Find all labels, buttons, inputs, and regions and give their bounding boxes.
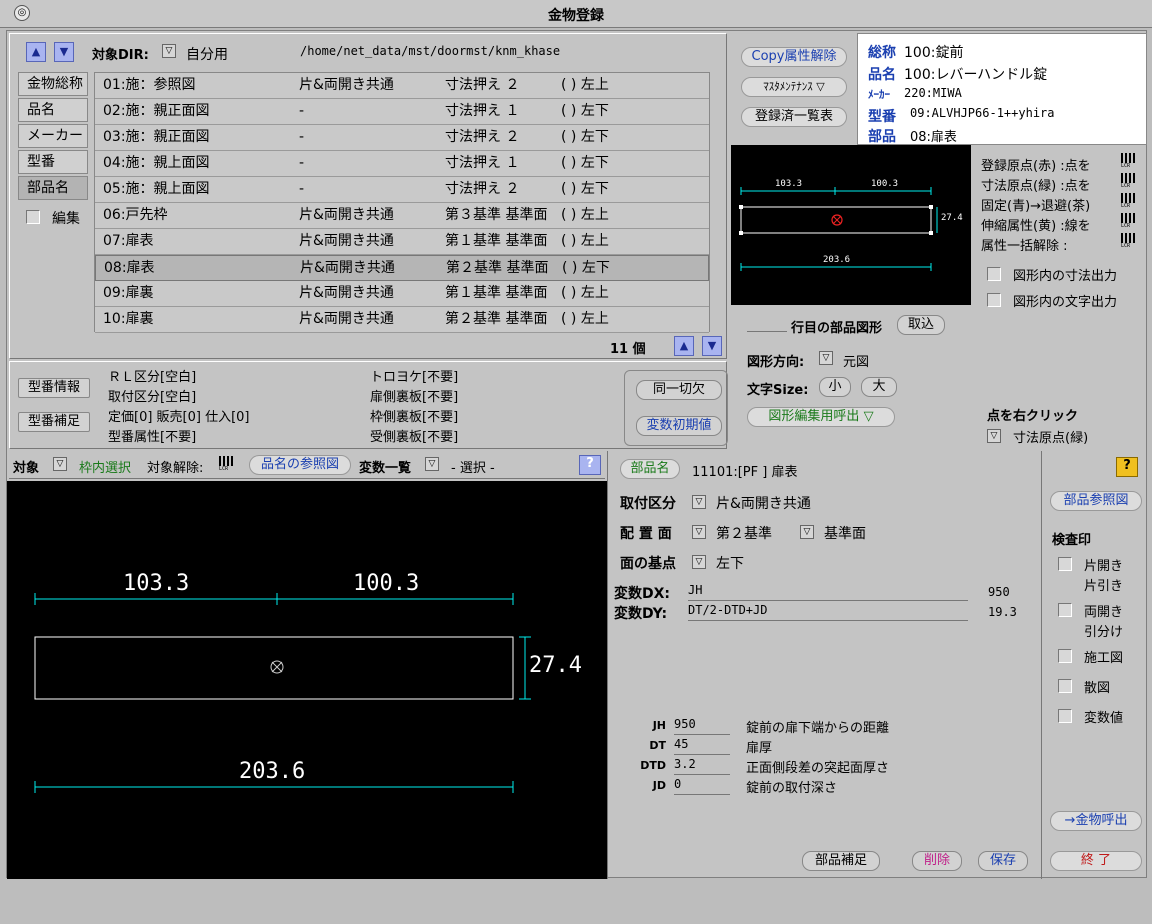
item-count: 11 個 [610,342,646,357]
right-click-label: 点を右クリック [987,409,1079,424]
lcr-icon[interactable]: LCR [1121,153,1135,171]
construction-checkbox[interactable] [1058,649,1072,663]
row-number-field[interactable] [747,331,787,332]
shape-panel: 行目の部品図形 取込 図形方向: ▽ 元図 文字Size: 小 大 図形編集用呼… [731,305,971,451]
side-btn-maker[interactable]: メーカー [18,124,88,148]
model-info-button[interactable]: 型番情報 [18,378,90,398]
take-in-button[interactable]: 取込 [897,315,945,335]
model-supplement-button[interactable]: 型番補足 [18,412,90,432]
var-value-checkbox[interactable] [1058,709,1072,723]
list-row[interactable]: 02:施：親正面図 - 寸法押え １( ) 左下 [95,99,709,125]
var-field[interactable]: 3.2 [674,757,730,775]
edit-label: 編集 [52,211,80,227]
var-field[interactable]: 950 [674,717,730,735]
scatter-checkbox[interactable] [1058,679,1072,693]
var-init-button[interactable]: 変数初期値 [636,416,722,436]
help-icon[interactable]: ? [579,455,601,475]
var-field[interactable]: 0 [674,777,730,795]
canvas-dim-2: 100.3 [353,571,420,596]
dir-dropdown-icon[interactable]: ▽ [162,44,176,58]
thumb-dim-2: 100.3 [871,179,899,189]
page-up-button[interactable]: ▲ [674,336,694,356]
part-list: 01:施：参照図 片&両開き共通 寸法押え ２( ) 左上 02:施：親正面図 - 寸法… [94,72,710,333]
thumb-dim-3: 27.4 [941,213,963,223]
shape-dir-dropdown-icon[interactable]: ▽ [819,351,833,365]
lcr-icon[interactable]: LCR [1121,173,1135,191]
drawing-canvas[interactable]: 103.3 100.3 27.4 203.6 [7,481,607,879]
part-supplement-button[interactable]: 部品補足 [802,851,880,871]
part-detail-panel: 部品名 11101:[PF ] 扉表 取付区分 ▽ 片&両開き共通 配 置 面 … [607,451,1041,879]
edit-call-dropdown[interactable]: 図形編集用呼出 ▽ [747,407,895,427]
list-row[interactable]: 03:施：親正面図 - 寸法押え ２( ) 左下 [95,125,709,151]
canvas-toolbar: 対象 ▽ 枠内選択 対象解除: LCR 品名の参照図 変数一覧 ▽ - 選択 -… [9,451,605,479]
legend-panel: 登録原点(赤) :点を 寸法原点(緑) :点を 固定(青)→退避(茶) 伸縮属性… [971,145,1147,451]
side-btn-part[interactable]: 部品名 [18,176,88,200]
side-btn-model[interactable]: 型番 [18,150,88,174]
base-dropdown-icon[interactable]: ▽ [692,555,706,569]
attribute-panel: 型番情報 型番補足 ＲＬ区分[空白] 取付区分[空白] 定価[0] 販売[0] … [9,361,728,449]
exit-button[interactable]: 終 了 [1050,851,1142,871]
double-open-checkbox[interactable] [1058,603,1072,617]
page-down-button[interactable]: ▼ [702,336,722,356]
preview-thumbnail: 103.3 100.3 27.4 203.6 [731,145,971,305]
mount-dropdown-icon[interactable]: ▽ [692,495,706,509]
dir-mode: 自分用 [186,47,228,63]
face2-dropdown-icon[interactable]: ▽ [800,525,814,539]
single-open-checkbox[interactable] [1058,557,1072,571]
list-row[interactable]: 10:扉裏 片&両開き共通 第２基準 基準面( ) 左上 [95,307,709,333]
info-box: 総称 100:錠前 品名 100:レバーハンドル錠 ﾒｰｶｰ 220:MIWA … [857,33,1147,145]
canvas-dim-4: 203.6 [239,759,306,784]
text-output-checkbox[interactable] [987,293,1001,307]
dy-expression-field[interactable]: DT/2-DTD+JD [688,603,968,621]
hardware-call-button[interactable]: →金物呼出 [1050,811,1142,831]
scroll-down-button[interactable]: ▼ [54,42,74,62]
main-window: ▲ ▼ 対象DIR: ▽ 自分用 /home/net_data/mst/door… [6,30,1147,879]
right-column: ? 部品参照図 検査印 片開き 片引き 両開き 引分け 施工図 散図 変数値 →… [1041,451,1147,879]
large-size-button[interactable]: 大 [861,377,897,397]
part-ref-button[interactable]: 部品参照図 [1050,491,1142,511]
lcr-icon[interactable]: LCR [219,456,233,474]
edit-checkbox[interactable] [26,210,40,224]
title-bar: ◎ 金物登録 [0,0,1152,28]
dir-label: 対象DIR: [92,48,149,63]
registered-list-button[interactable]: 登録済一覧表 [741,107,847,127]
part-name-button[interactable]: 部品名 [620,459,680,479]
dim-output-checkbox[interactable] [987,267,1001,281]
lcr-icon[interactable]: LCR [1121,233,1135,251]
thumb-dim-1: 103.3 [775,179,803,189]
var-list-dropdown-icon[interactable]: ▽ [425,457,439,471]
scroll-up-button[interactable]: ▲ [26,42,46,62]
thumb-dim-4: 203.6 [823,255,851,265]
list-row-selected[interactable]: 08:扉表 片&両開き共通 第２基準 基準面( ) 左下 [95,255,709,281]
list-panel: ▲ ▼ 対象DIR: ▽ 自分用 /home/net_data/mst/door… [9,33,727,359]
ref-drawing-button[interactable]: 品名の参照図 [249,455,351,475]
canvas-dim-1: 103.3 [123,571,190,596]
window-title: 金物登録 [548,8,604,24]
same-cut-button[interactable]: 同一切欠 [636,380,722,400]
lcr-icon[interactable]: LCR [1121,213,1135,231]
dir-path: /home/net_data/mst/doormst/knm_khase [300,44,561,58]
target-dropdown-icon[interactable]: ▽ [53,457,67,471]
side-btn-generic[interactable]: 金物総称 [18,72,88,96]
small-size-button[interactable]: 小 [819,377,851,397]
face-dropdown-icon[interactable]: ▽ [692,525,706,539]
list-row[interactable]: 07:扉表 片&両開き共通 第１基準 基準面( ) 左上 [95,229,709,255]
side-btn-product[interactable]: 品名 [18,98,88,122]
copy-attr-clear-button[interactable]: Copy属性解除 [741,47,847,67]
list-row[interactable]: 01:施：参照図 片&両開き共通 寸法押え ２( ) 左上 [95,73,709,99]
frame-select[interactable]: 枠内選択 [79,457,131,476]
canvas-dim-3: 27.4 [529,653,582,678]
master-maintenance-dropdown[interactable]: ﾏｽﾀﾒﾝﾃﾅﾝｽ ▽ [741,77,847,97]
delete-button[interactable]: 削除 [912,851,962,871]
list-row[interactable]: 09:扉裏 片&両開き共通 第１基準 基準面( ) 左上 [95,281,709,307]
dx-expression-field[interactable]: JH [688,583,968,601]
list-row[interactable]: 05:施：親上面図 - 寸法押え ２( ) 左下 [95,177,709,203]
right-click-dropdown-icon[interactable]: ▽ [987,429,1001,443]
lcr-icon[interactable]: LCR [1121,193,1135,211]
save-button[interactable]: 保存 [978,851,1028,871]
list-row[interactable]: 06:戸先枠 片&両開き共通 第３基準 基準面( ) 左上 [95,203,709,229]
list-row[interactable]: 04:施：親上面図 - 寸法押え １( ) 左下 [95,151,709,177]
help-icon[interactable]: ? [1116,457,1138,477]
var-field[interactable]: 45 [674,737,730,755]
